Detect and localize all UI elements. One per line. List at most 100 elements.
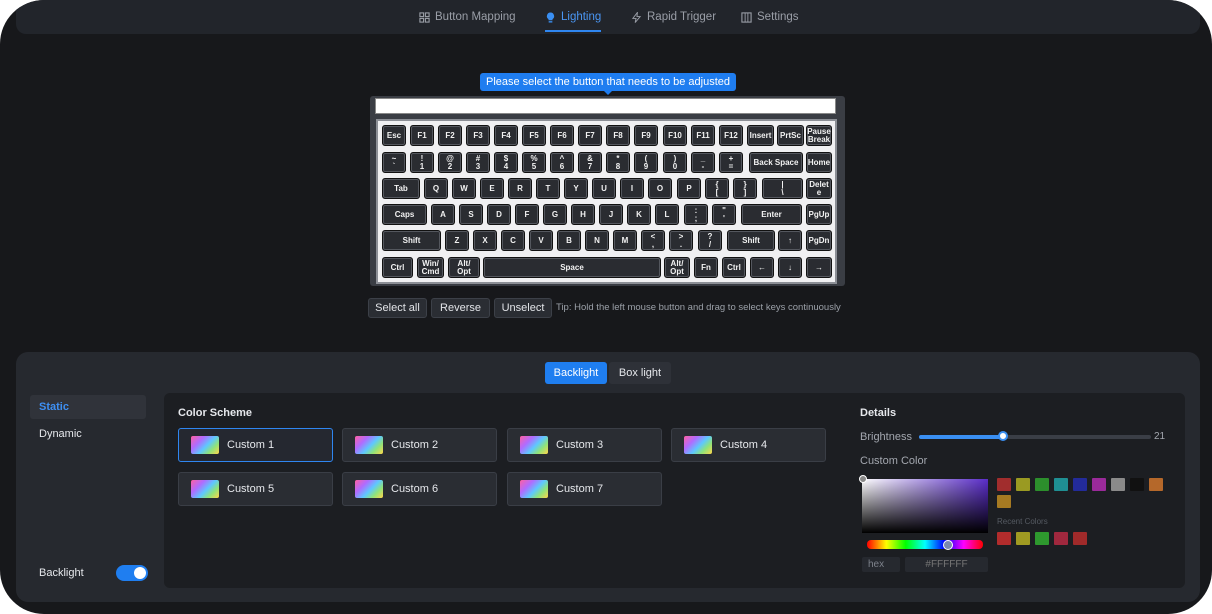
key[interactable]: U bbox=[592, 178, 616, 199]
scheme-card[interactable]: Custom 7 bbox=[507, 472, 662, 506]
scheme-card[interactable]: Custom 2 bbox=[342, 428, 497, 462]
recent-color-swatch[interactable] bbox=[1073, 532, 1087, 545]
color-swatch[interactable] bbox=[1054, 478, 1068, 491]
hue-handle[interactable] bbox=[943, 540, 953, 550]
key[interactable]: Esc bbox=[382, 125, 406, 146]
key[interactable]: Fn bbox=[694, 257, 718, 278]
key[interactable]: @ 2 bbox=[438, 152, 462, 173]
scheme-card[interactable]: Custom 4 bbox=[671, 428, 826, 462]
box-light-tab[interactable]: Box light bbox=[609, 362, 671, 384]
recent-color-swatch[interactable] bbox=[1054, 532, 1068, 545]
key[interactable]: C bbox=[501, 230, 525, 251]
key[interactable]: ) 0 bbox=[663, 152, 687, 173]
mode-dynamic[interactable]: Dynamic bbox=[30, 422, 146, 446]
key[interactable]: # 3 bbox=[466, 152, 490, 173]
key[interactable]: ( 9 bbox=[634, 152, 658, 173]
color-swatch[interactable] bbox=[997, 478, 1011, 491]
key[interactable]: Alt/ Opt bbox=[664, 257, 690, 278]
key[interactable]: ← bbox=[750, 257, 774, 278]
key[interactable]: L bbox=[655, 204, 679, 225]
key[interactable]: Y bbox=[564, 178, 588, 199]
key[interactable]: _ - bbox=[691, 152, 715, 173]
key[interactable]: F4 bbox=[494, 125, 518, 146]
key[interactable]: Ctrl bbox=[382, 257, 413, 278]
key[interactable]: + = bbox=[719, 152, 743, 173]
key[interactable]: F2 bbox=[438, 125, 462, 146]
key[interactable]: Space bbox=[483, 257, 661, 278]
color-swatch[interactable] bbox=[1073, 478, 1087, 491]
color-format-select[interactable]: hex bbox=[862, 557, 900, 572]
key[interactable]: I bbox=[620, 178, 644, 199]
scheme-card[interactable]: Custom 1 bbox=[178, 428, 333, 462]
tab-rapid-trigger[interactable]: Rapid Trigger bbox=[631, 0, 716, 34]
color-swatch[interactable] bbox=[1130, 478, 1144, 491]
key[interactable]: Shift bbox=[382, 230, 441, 251]
color-swatch[interactable] bbox=[1111, 478, 1125, 491]
key[interactable]: & 7 bbox=[578, 152, 602, 173]
key[interactable]: Pause Break bbox=[806, 125, 832, 146]
recent-color-swatch[interactable] bbox=[1035, 532, 1049, 545]
hex-input[interactable] bbox=[905, 557, 988, 572]
key[interactable]: Enter bbox=[741, 204, 802, 225]
key[interactable]: H bbox=[571, 204, 595, 225]
key[interactable]: Home bbox=[806, 152, 832, 173]
key[interactable]: F6 bbox=[550, 125, 574, 146]
key[interactable]: N bbox=[585, 230, 609, 251]
color-picker-area[interactable] bbox=[862, 479, 988, 533]
key[interactable]: G bbox=[543, 204, 567, 225]
key[interactable]: PrtSc bbox=[777, 125, 804, 146]
tab-button-mapping[interactable]: Button Mapping bbox=[419, 0, 516, 34]
key[interactable]: Insert bbox=[747, 125, 774, 146]
key[interactable]: T bbox=[536, 178, 560, 199]
key[interactable]: W bbox=[452, 178, 476, 199]
key[interactable]: P bbox=[677, 178, 701, 199]
key[interactable]: ↑ bbox=[778, 230, 802, 251]
key[interactable]: F12 bbox=[719, 125, 743, 146]
key[interactable]: ! 1 bbox=[410, 152, 434, 173]
color-swatch[interactable] bbox=[1035, 478, 1049, 491]
color-swatch[interactable] bbox=[1092, 478, 1106, 491]
key[interactable]: | \ bbox=[762, 178, 803, 199]
key[interactable]: → bbox=[806, 257, 832, 278]
key[interactable]: Tab bbox=[382, 178, 420, 199]
mode-static[interactable]: Static bbox=[30, 395, 146, 419]
key[interactable]: F11 bbox=[691, 125, 715, 146]
key[interactable]: F10 bbox=[663, 125, 687, 146]
brightness-handle[interactable] bbox=[997, 431, 1008, 441]
key[interactable]: Ctrl bbox=[722, 257, 746, 278]
color-swatch[interactable] bbox=[1016, 478, 1030, 491]
key[interactable]: Alt/ Opt bbox=[448, 257, 480, 278]
key[interactable]: ~ ` bbox=[382, 152, 406, 173]
scheme-card[interactable]: Custom 5 bbox=[178, 472, 333, 506]
scheme-card[interactable]: Custom 3 bbox=[507, 428, 662, 462]
unselect-button[interactable]: Unselect bbox=[494, 298, 552, 318]
key[interactable]: Back Space bbox=[749, 152, 803, 173]
key[interactable]: F bbox=[515, 204, 539, 225]
recent-color-swatch[interactable] bbox=[1016, 532, 1030, 545]
key[interactable]: ^ 6 bbox=[550, 152, 574, 173]
key[interactable]: PgDn bbox=[806, 230, 832, 251]
hue-slider[interactable] bbox=[867, 540, 983, 549]
color-swatch[interactable] bbox=[1149, 478, 1163, 491]
key[interactable]: V bbox=[529, 230, 553, 251]
key[interactable]: F9 bbox=[634, 125, 658, 146]
reverse-button[interactable]: Reverse bbox=[431, 298, 490, 318]
key[interactable]: D bbox=[487, 204, 511, 225]
key[interactable]: F1 bbox=[410, 125, 434, 146]
key[interactable]: F7 bbox=[578, 125, 602, 146]
backlight-toggle[interactable] bbox=[116, 565, 148, 581]
key[interactable]: * 8 bbox=[606, 152, 630, 173]
tab-lighting[interactable]: Lighting bbox=[545, 0, 601, 34]
key[interactable]: R bbox=[508, 178, 532, 199]
key[interactable]: F3 bbox=[466, 125, 490, 146]
key[interactable]: M bbox=[613, 230, 637, 251]
key[interactable]: Z bbox=[445, 230, 469, 251]
key[interactable]: " ' bbox=[712, 204, 736, 225]
recent-color-swatch[interactable] bbox=[997, 532, 1011, 545]
key[interactable]: S bbox=[459, 204, 483, 225]
key[interactable]: ↓ bbox=[778, 257, 802, 278]
key[interactable]: Q bbox=[424, 178, 448, 199]
key[interactable]: K bbox=[627, 204, 651, 225]
key[interactable]: Caps bbox=[382, 204, 427, 225]
key[interactable]: E bbox=[480, 178, 504, 199]
